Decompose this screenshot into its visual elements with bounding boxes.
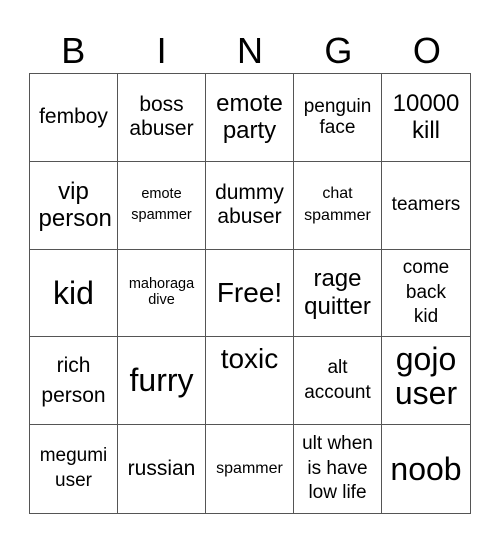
bingo-cell[interactable]: noob [382, 425, 470, 513]
bingo-cell[interactable]: ult when is have low life [294, 425, 382, 513]
header-letter-o: O [412, 30, 441, 71]
bingo-cell[interactable]: emote party [206, 74, 294, 162]
free-space-cell[interactable]: Free! [206, 249, 294, 338]
cell-label: rage quitter [304, 265, 371, 320]
bingo-cell[interactable]: vip person [30, 161, 118, 250]
header-letter-i: I [156, 30, 167, 71]
cell-label: chat spammer [304, 184, 371, 225]
cell-label: mahoraga dive [128, 275, 195, 309]
cell-label: toxic [220, 343, 279, 375]
cell-label: noob [390, 450, 462, 487]
bingo-cell[interactable]: come back kid [382, 250, 470, 338]
header-letter-g: G [324, 30, 353, 71]
bingo-cell[interactable]: toxic [206, 337, 294, 426]
bingo-cell[interactable]: 10000 kill [382, 74, 470, 162]
bingo-cell[interactable]: gojo user [382, 337, 470, 426]
bingo-cell[interactable]: furry [118, 337, 206, 426]
bingo-cell[interactable]: boss abuser [118, 74, 206, 162]
cell-label: gojo user [394, 341, 458, 411]
cell-label: emote party [216, 89, 283, 145]
free-space-label: Free! [216, 276, 283, 308]
bingo-cell[interactable]: penguin face [294, 74, 382, 162]
bingo-cell[interactable]: emote spammer [118, 161, 206, 250]
bingo-cell[interactable]: megumi user [30, 425, 118, 513]
bingo-cell[interactable]: kid [30, 249, 118, 338]
header-letter-b: B [61, 30, 86, 71]
bingo-cell[interactable]: alt account [294, 337, 382, 426]
bingo-cell[interactable]: russian [118, 425, 206, 513]
cell-label: megumi user [39, 445, 108, 492]
cell-label: ult when is have low life [302, 433, 373, 504]
cell-label: femboy [39, 105, 108, 129]
bingo-cell[interactable]: mahoraga dive [118, 249, 206, 338]
cell-label: furry [129, 362, 194, 399]
cell-label: kid [53, 274, 94, 311]
cell-label: alt account [304, 357, 371, 403]
bingo-cell[interactable]: dummy abuser [206, 161, 294, 250]
bingo-header: B I N G O [29, 30, 471, 72]
bingo-grid: femboy boss abuser emote party penguin f… [29, 73, 471, 514]
cell-label: russian [127, 457, 196, 481]
cell-label: teamers [391, 194, 461, 216]
bingo-cell[interactable]: femboy [30, 74, 118, 162]
cell-label: dummy abuser [215, 181, 284, 229]
header-letter-n: N [237, 30, 264, 71]
cell-label: come back kid [402, 256, 450, 328]
cell-label: emote spammer [131, 186, 192, 224]
bingo-cell[interactable]: rage quitter [294, 249, 382, 338]
cell-label: vip person [38, 177, 112, 233]
bingo-cell[interactable]: spammer [206, 425, 294, 513]
bingo-cell[interactable]: chat spammer [294, 161, 382, 250]
cell-label: spammer [216, 459, 283, 477]
cell-label: boss abuser [129, 93, 194, 141]
bingo-cell[interactable]: rich person [30, 337, 118, 426]
cell-label: penguin face [303, 95, 372, 139]
cell-label: rich person [41, 354, 106, 407]
cell-label: 10000 kill [392, 89, 460, 145]
bingo-cell[interactable]: teamers [382, 162, 470, 250]
